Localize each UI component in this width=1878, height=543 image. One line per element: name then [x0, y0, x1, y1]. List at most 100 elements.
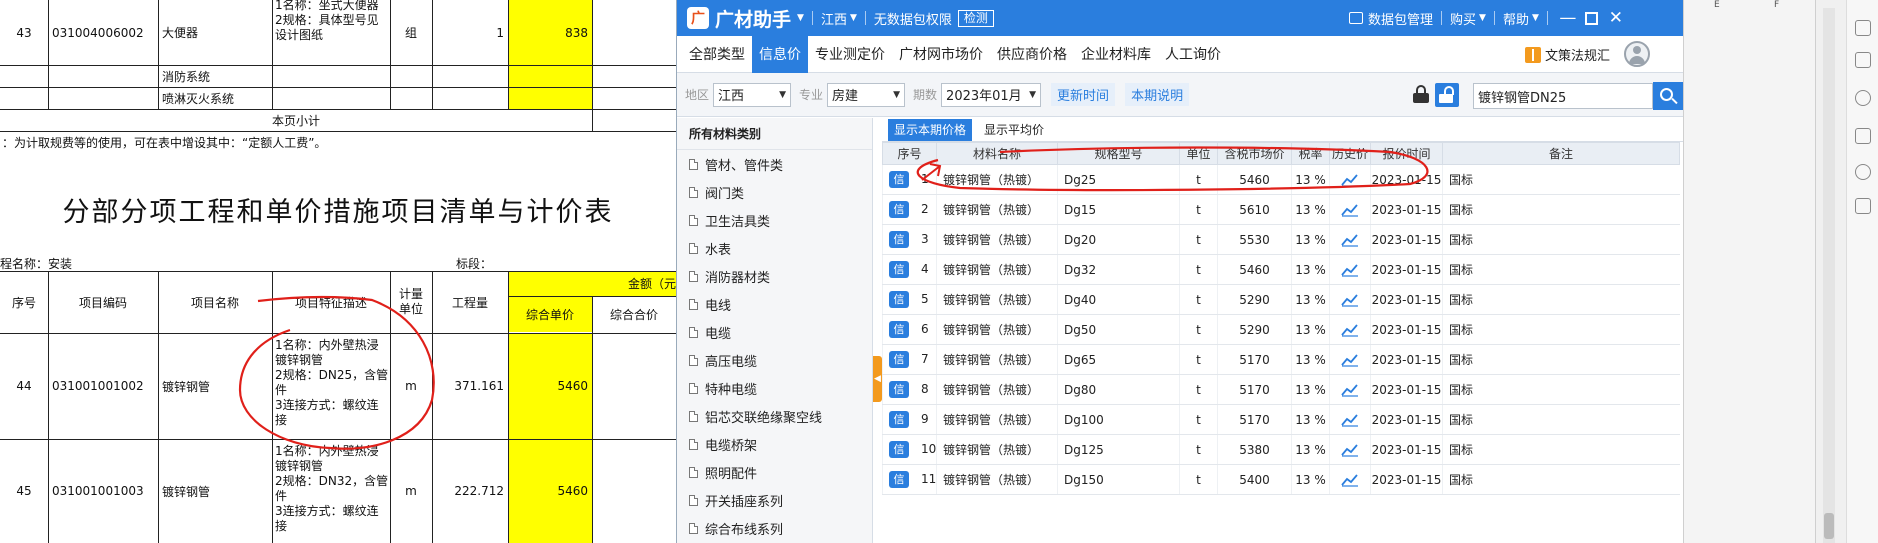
col-header-price[interactable]: 含税市场价	[1217, 142, 1292, 165]
cell-history[interactable]	[1329, 404, 1371, 435]
major-select[interactable]: 房建 ▼	[827, 82, 906, 107]
sidebar-item[interactable]: 水表	[677, 234, 872, 262]
col-header-unit[interactable]: 单位	[1179, 142, 1218, 165]
table-row[interactable]: 信 1 镀锌钢管（热镀） Dg25 t 5460 13 % 2023-01-15 国标	[882, 164, 1680, 195]
table-row[interactable]: 信 9 镀锌钢管（热镀） Dg100 t 5170 13 % 2023-01-15 国标	[882, 404, 1680, 435]
lock-icon[interactable]	[1413, 85, 1429, 103]
region-switch[interactable]: 江西 ▼	[821, 9, 857, 28]
panel-icon[interactable]	[1855, 20, 1871, 36]
trend-chart-icon[interactable]	[1341, 473, 1359, 487]
sidebar-item[interactable]: 照明配件	[677, 458, 872, 486]
sidebar-item[interactable]: 阀门类	[677, 178, 872, 206]
buy-menu[interactable]: 购买 ▼	[1450, 9, 1486, 28]
tab-market-price[interactable]: 广材网市场价	[892, 36, 990, 73]
caret-down-icon[interactable]: ▼	[797, 13, 804, 23]
col-header-history[interactable]: 历史价	[1329, 142, 1371, 165]
info-badge[interactable]: 信	[889, 261, 909, 278]
image-icon[interactable]	[1855, 128, 1871, 144]
cell-history[interactable]	[1329, 374, 1371, 405]
trend-chart-icon[interactable]	[1341, 233, 1359, 247]
vertical-scrollbar[interactable]	[1815, 0, 1846, 543]
trend-chart-icon[interactable]	[1341, 413, 1359, 427]
table-row[interactable]: 信 4 镀锌钢管（热镀） Dg32 t 5460 13 % 2023-01-15 国标	[882, 254, 1680, 285]
col-header-name[interactable]: 材料名称	[936, 142, 1058, 165]
sidebar-item[interactable]: 电缆	[677, 318, 872, 346]
trend-chart-icon[interactable]	[1341, 173, 1359, 187]
col-header-tax[interactable]: 税率	[1291, 142, 1330, 165]
period-note-link[interactable]: 本期说明	[1125, 83, 1190, 106]
cell-history[interactable]	[1329, 464, 1371, 495]
location-icon[interactable]	[1855, 164, 1871, 180]
cell-history[interactable]	[1329, 314, 1371, 345]
cell-history[interactable]	[1329, 254, 1371, 285]
help-icon[interactable]	[1855, 90, 1871, 106]
col-header-spec[interactable]: 规格型号	[1057, 142, 1180, 165]
info-badge[interactable]: 信	[889, 171, 909, 188]
tab-info-price[interactable]: 信息价	[752, 35, 808, 73]
detect-button[interactable]: 检测	[957, 9, 994, 27]
info-badge[interactable]: 信	[889, 441, 909, 458]
search-icon[interactable]	[1653, 82, 1683, 110]
info-badge[interactable]: 信	[889, 201, 909, 218]
help-menu[interactable]: 帮助 ▼	[1503, 9, 1539, 28]
unlock-icon[interactable]	[1435, 83, 1459, 107]
settings-icon[interactable]	[1855, 52, 1871, 68]
scrollbar-thumb[interactable]	[1824, 513, 1834, 539]
info-badge[interactable]: 信	[889, 321, 909, 338]
tab-average-price[interactable]: 显示平均价	[978, 119, 1050, 141]
sidebar-item[interactable]: 铝芯交联绝缘聚空线	[677, 402, 872, 430]
cell-history[interactable]	[1329, 284, 1371, 315]
tab-professional-price[interactable]: 专业测定价	[808, 36, 892, 73]
sidebar-item[interactable]: 综合布线系列	[677, 514, 872, 542]
law-link[interactable]: 文策法规汇	[1524, 45, 1610, 64]
sidebar-item[interactable]: 特种电缆	[677, 374, 872, 402]
trend-chart-icon[interactable]	[1341, 353, 1359, 367]
sidebar-item[interactable]: 电缆桥架	[677, 430, 872, 458]
table-row[interactable]: 信 6 镀锌钢管（热镀） Dg50 t 5290 13 % 2023-01-15 国标	[882, 314, 1680, 345]
cell-history[interactable]	[1329, 164, 1371, 195]
info-badge[interactable]: 信	[889, 381, 909, 398]
tab-supplier-price[interactable]: 供应商价格	[990, 36, 1074, 73]
cell-history[interactable]	[1329, 194, 1371, 225]
user-avatar-icon[interactable]	[1624, 41, 1650, 67]
col-header-date[interactable]: 报价时间	[1370, 142, 1443, 165]
region-select[interactable]: 江西 ▼	[713, 82, 792, 107]
trend-chart-icon[interactable]	[1341, 203, 1359, 217]
close-icon[interactable]: ✕	[1604, 6, 1628, 30]
table-row[interactable]: 信 10 镀锌钢管（热镀） Dg125 t 5380 13 % 2023-01-15 国标	[882, 434, 1680, 465]
sidebar-item[interactable]: 开关插座系列	[677, 486, 872, 514]
table-row[interactable]: 信 2 镀锌钢管（热镀） Dg15 t 5610 13 % 2023-01-15 国标	[882, 194, 1680, 225]
trend-chart-icon[interactable]	[1341, 383, 1359, 397]
col-header-remark[interactable]: 备注	[1442, 142, 1680, 165]
table-row[interactable]: 信 5 镀锌钢管（热镀） Dg40 t 5290 13 % 2023-01-15 国标	[882, 284, 1680, 315]
info-badge[interactable]: 信	[889, 291, 909, 308]
info-badge[interactable]: 信	[889, 351, 909, 368]
tab-labor-inquiry[interactable]: 人工询价	[1158, 36, 1228, 73]
tab-current-price[interactable]: 显示本期价格	[888, 118, 973, 141]
cell-history[interactable]	[1329, 224, 1371, 255]
trend-chart-icon[interactable]	[1341, 323, 1359, 337]
cell-history[interactable]	[1329, 344, 1371, 375]
sidebar-item[interactable]: 消防器材类	[677, 262, 872, 290]
table-row[interactable]: 信 11 镀锌钢管（热镀） Dg150 t 5400 13 % 2023-01-15 国标	[882, 464, 1680, 495]
info-badge[interactable]: 信	[889, 411, 909, 428]
data-package-button[interactable]: 数据包管理	[1349, 9, 1433, 28]
period-select[interactable]: 2023年01月 ▼	[941, 82, 1042, 107]
info-badge[interactable]: 信	[889, 231, 909, 248]
table-row[interactable]: 信 8 镀锌钢管（热镀） Dg80 t 5170 13 % 2023-01-15 国标	[882, 374, 1680, 405]
maximize-icon[interactable]	[1580, 6, 1604, 30]
sidebar-item[interactable]: 电线	[677, 290, 872, 318]
sidebar-item[interactable]: 卫生洁具类	[677, 206, 872, 234]
tab-all-types[interactable]: 全部类型	[682, 36, 752, 73]
cell-history[interactable]	[1329, 434, 1371, 465]
tab-enterprise-library[interactable]: 企业材料库	[1074, 36, 1158, 73]
collapse-handle[interactable]: ◀	[873, 356, 882, 402]
book-open-icon[interactable]	[1855, 198, 1871, 214]
trend-chart-icon[interactable]	[1341, 293, 1359, 307]
update-time-link[interactable]: 更新时间	[1051, 83, 1116, 106]
minimize-icon[interactable]: —	[1556, 6, 1580, 30]
col-header-no[interactable]: 序号	[882, 142, 937, 165]
table-row[interactable]: 信 3 镀锌钢管（热镀） Dg20 t 5530 13 % 2023-01-15 国标	[882, 224, 1680, 255]
info-badge[interactable]: 信	[889, 471, 909, 488]
sidebar-item[interactable]: 高压电缆	[677, 346, 872, 374]
